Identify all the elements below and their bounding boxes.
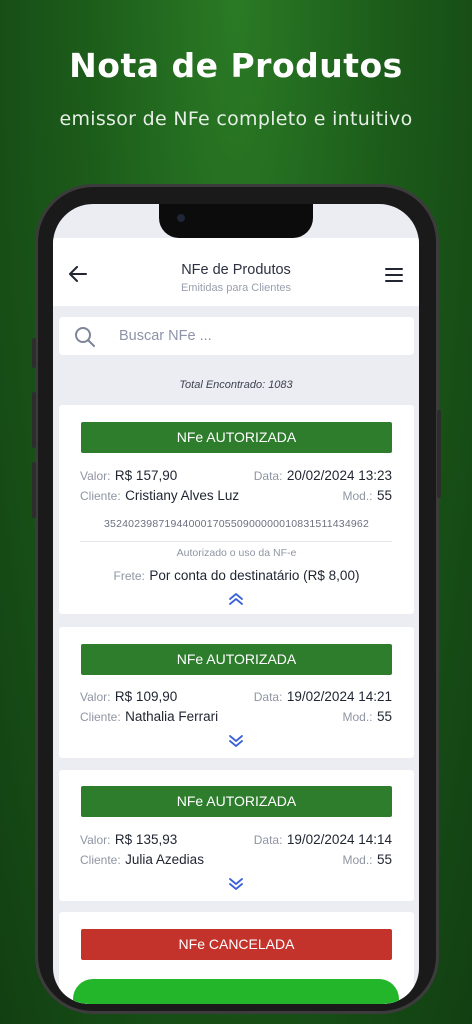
data-label: Data:: [253, 833, 283, 847]
chevron-down-double-icon[interactable]: [228, 734, 244, 748]
cliente-label: Cliente:: [80, 853, 121, 867]
status-authorized: NFe AUTORIZADA: [81, 644, 392, 675]
mod-label: Mod.:: [342, 710, 373, 724]
authorization-message: Autorizado o uso da NF-e: [176, 547, 297, 559]
card-row-valor-data: Valor: R$ 109,90 Data: 19/02/2024 14:21: [80, 688, 392, 706]
nfe-card[interactable]: NFe AUTORIZADA Valor: R$ 109,90 Data: 19…: [59, 627, 414, 758]
mod-value: 55: [376, 852, 392, 867]
phone-side-button: [32, 462, 36, 518]
total-count: Total Encontrado: 1083: [179, 379, 293, 391]
status-cancelled: NFe CANCELADA: [81, 929, 392, 960]
app-screen: NFe de Produtos Emitidas para Clientes T…: [53, 204, 419, 1004]
card-divider: [80, 541, 392, 542]
cliente-value: Cristiany Alves Luz: [125, 488, 240, 503]
frete-label: Frete:: [113, 569, 145, 583]
mod-label: Mod.:: [342, 489, 373, 503]
header-title: NFe de Produtos: [181, 262, 291, 278]
hamburger-menu-icon[interactable]: [385, 268, 403, 282]
card-row-cliente-mod: Cliente: Cristiany Alves Luz Mod.: 55: [80, 487, 392, 505]
status-authorized: NFe AUTORIZADA: [81, 786, 392, 817]
promo-title: Nota de Produtos: [69, 46, 403, 85]
data-value: 20/02/2024 13:23: [286, 468, 392, 483]
valor-label: Valor:: [80, 833, 111, 847]
cliente-value: Julia Azedias: [125, 852, 204, 867]
valor-value: R$ 135,93: [114, 832, 178, 847]
card-row-cliente-mod: Cliente: Nathalia Ferrari Mod.: 55: [80, 708, 392, 726]
search-icon: [75, 327, 95, 347]
valor-label: Valor:: [80, 690, 111, 704]
frete-value: Por conta do destinatário (R$ 8,00): [149, 568, 360, 583]
data-label: Data:: [253, 469, 283, 483]
valor-value: R$ 109,90: [114, 689, 178, 704]
mod-value: 55: [376, 709, 392, 724]
front-camera: [177, 214, 185, 222]
phone-side-button: [32, 338, 36, 368]
search-input[interactable]: [119, 317, 399, 355]
cliente-value: Nathalia Ferrari: [125, 709, 219, 724]
frete-row: Frete: Por conta do destinatário (R$ 8,0…: [59, 567, 414, 585]
nfe-card[interactable]: NFe AUTORIZADA Valor: R$ 157,90 Data: 20…: [59, 405, 414, 614]
mod-value: 55: [376, 488, 392, 503]
cliente-label: Cliente:: [80, 710, 121, 724]
cliente-label: Cliente:: [80, 489, 121, 503]
header-subtitle: Emitidas para Clientes: [180, 282, 292, 294]
card-row-valor-data: Valor: R$ 135,93 Data: 19/02/2024 14:14: [80, 831, 392, 849]
data-value: 19/02/2024 14:14: [286, 832, 392, 847]
card-row-valor-data: Valor: R$ 157,90 Data: 20/02/2024 13:23: [80, 467, 392, 485]
valor-value: R$ 157,90: [114, 468, 178, 483]
phone-side-button: [437, 410, 441, 498]
data-value: 19/02/2024 14:21: [286, 689, 392, 704]
chevron-up-double-icon[interactable]: [228, 592, 244, 606]
nfe-card[interactable]: NFe AUTORIZADA Valor: R$ 135,93 Data: 19…: [59, 770, 414, 901]
phone-side-button: [32, 392, 36, 448]
access-key: 3524023987194400017055090000001083151143…: [104, 518, 369, 530]
card-row-cliente-mod: Cliente: Julia Azedias Mod.: 55: [80, 851, 392, 869]
promo-subtitle: emissor de NFe completo e intuitivo: [59, 108, 413, 130]
new-nfe-button[interactable]: [73, 979, 399, 1004]
search-box: [59, 317, 414, 355]
phone-notch: [159, 204, 313, 238]
mod-label: Mod.:: [342, 853, 373, 867]
data-label: Data:: [253, 690, 283, 704]
app-header: NFe de Produtos Emitidas para Clientes: [53, 238, 419, 306]
chevron-down-double-icon[interactable]: [228, 877, 244, 891]
status-authorized: NFe AUTORIZADA: [81, 422, 392, 453]
valor-label: Valor:: [80, 469, 111, 483]
